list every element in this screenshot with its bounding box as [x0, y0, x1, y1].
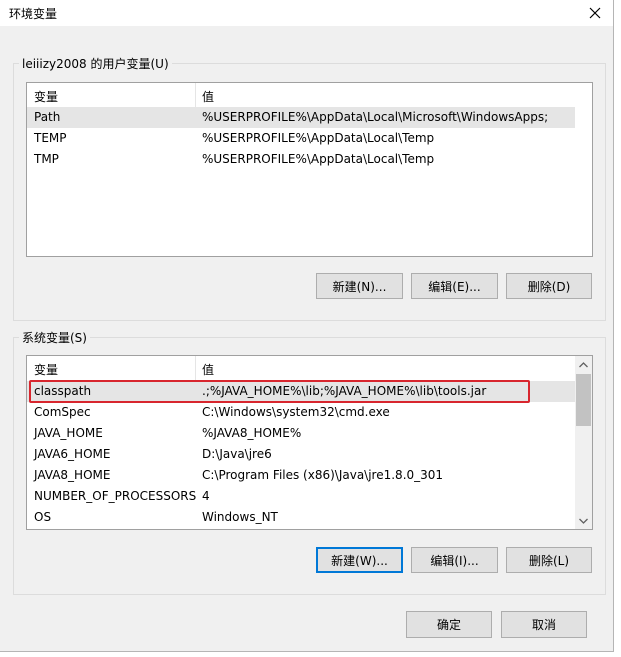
column-header-value[interactable]: 值 [202, 361, 214, 378]
var-name: NUMBER_OF_PROCESSORS [34, 489, 197, 503]
system-var-row[interactable]: JAVA6_HOME D:\Java\jre6 [27, 444, 575, 465]
var-name: ComSpec [34, 405, 91, 419]
system-list-header: 变量 值 [27, 356, 592, 380]
system-var-row[interactable]: JAVA_HOME %JAVA8_HOME% [27, 423, 575, 444]
user-edit-button[interactable]: 编辑(E)... [411, 273, 498, 299]
var-value: 4 [202, 489, 210, 503]
window-title: 环境变量 [9, 7, 58, 21]
chevron-down-icon [579, 518, 588, 524]
var-value: %USERPROFILE%\AppData\Local\Temp [202, 131, 435, 145]
column-header-variable[interactable]: 变量 [34, 361, 58, 378]
system-var-row[interactable]: OS Windows_NT [27, 507, 575, 528]
var-name: Path [34, 110, 61, 124]
background-window-strip [614, 0, 621, 657]
cancel-button[interactable]: 取消 [501, 611, 587, 638]
system-new-button[interactable]: 新建(W)... [316, 547, 403, 573]
column-divider[interactable] [195, 356, 196, 380]
classpath-highlight-annotation [29, 380, 530, 403]
system-variables-label: 系统变量(S) [19, 329, 90, 346]
vertical-scrollbar[interactable] [575, 356, 592, 529]
user-list-header: 变量 值 [27, 83, 592, 107]
user-var-row[interactable]: TEMP %USERPROFILE%\AppData\Local\Temp [27, 128, 575, 149]
var-value: C:\Program Files (x86)\Java\jre1.8.0_301 [202, 468, 444, 482]
var-name: JAVA_HOME [34, 426, 103, 440]
var-value: %USERPROFILE%\AppData\Local\Microsoft\Wi… [202, 110, 549, 124]
user-new-button[interactable]: 新建(N)... [316, 273, 403, 299]
column-header-variable[interactable]: 变量 [34, 88, 58, 105]
system-delete-button[interactable]: 删除(L) [506, 547, 592, 573]
system-var-row[interactable]: NUMBER_OF_PROCESSORS 4 [27, 486, 575, 507]
var-name: JAVA6_HOME [34, 447, 111, 461]
user-variables-label: leiiizy2008 的用户变量(U) [19, 55, 172, 72]
ok-button[interactable]: 确定 [406, 611, 492, 638]
environment-variables-dialog: 环境变量 leiiizy2008 的用户变量(U) 变量 值 Path %USE… [0, 0, 614, 652]
scroll-thumb[interactable] [576, 374, 591, 426]
column-header-value[interactable]: 值 [202, 88, 214, 105]
user-var-row[interactable]: TMP %USERPROFILE%\AppData\Local\Temp [27, 149, 575, 170]
var-name: JAVA8_HOME [34, 468, 111, 482]
title-bar: 环境变量 [0, 0, 613, 26]
column-divider[interactable] [195, 83, 196, 107]
var-name: TMP [34, 152, 59, 166]
chevron-up-icon [579, 361, 588, 367]
var-value: C:\Windows\system32\cmd.exe [202, 405, 390, 419]
system-var-row[interactable]: JAVA8_HOME C:\Program Files (x86)\Java\j… [27, 465, 575, 486]
user-var-row[interactable]: Path %USERPROFILE%\AppData\Local\Microso… [27, 107, 575, 128]
close-button[interactable] [577, 0, 613, 26]
system-edit-button[interactable]: 编辑(I)... [411, 547, 498, 573]
close-icon [589, 7, 601, 19]
var-value: Windows_NT [202, 510, 278, 524]
var-value: %USERPROFILE%\AppData\Local\Temp [202, 152, 435, 166]
scroll-down-button[interactable] [575, 512, 592, 529]
var-name: OS [34, 510, 52, 524]
user-delete-button[interactable]: 删除(D) [506, 273, 592, 299]
scroll-up-button[interactable] [575, 356, 592, 373]
var-value: %JAVA8_HOME% [202, 426, 302, 440]
var-value: D:\Java\jre6 [202, 447, 272, 461]
user-variables-list[interactable]: 变量 值 Path %USERPROFILE%\AppData\Local\Mi… [26, 82, 593, 257]
var-name: TEMP [34, 131, 67, 145]
system-var-row[interactable]: ComSpec C:\Windows\system32\cmd.exe [27, 402, 575, 423]
